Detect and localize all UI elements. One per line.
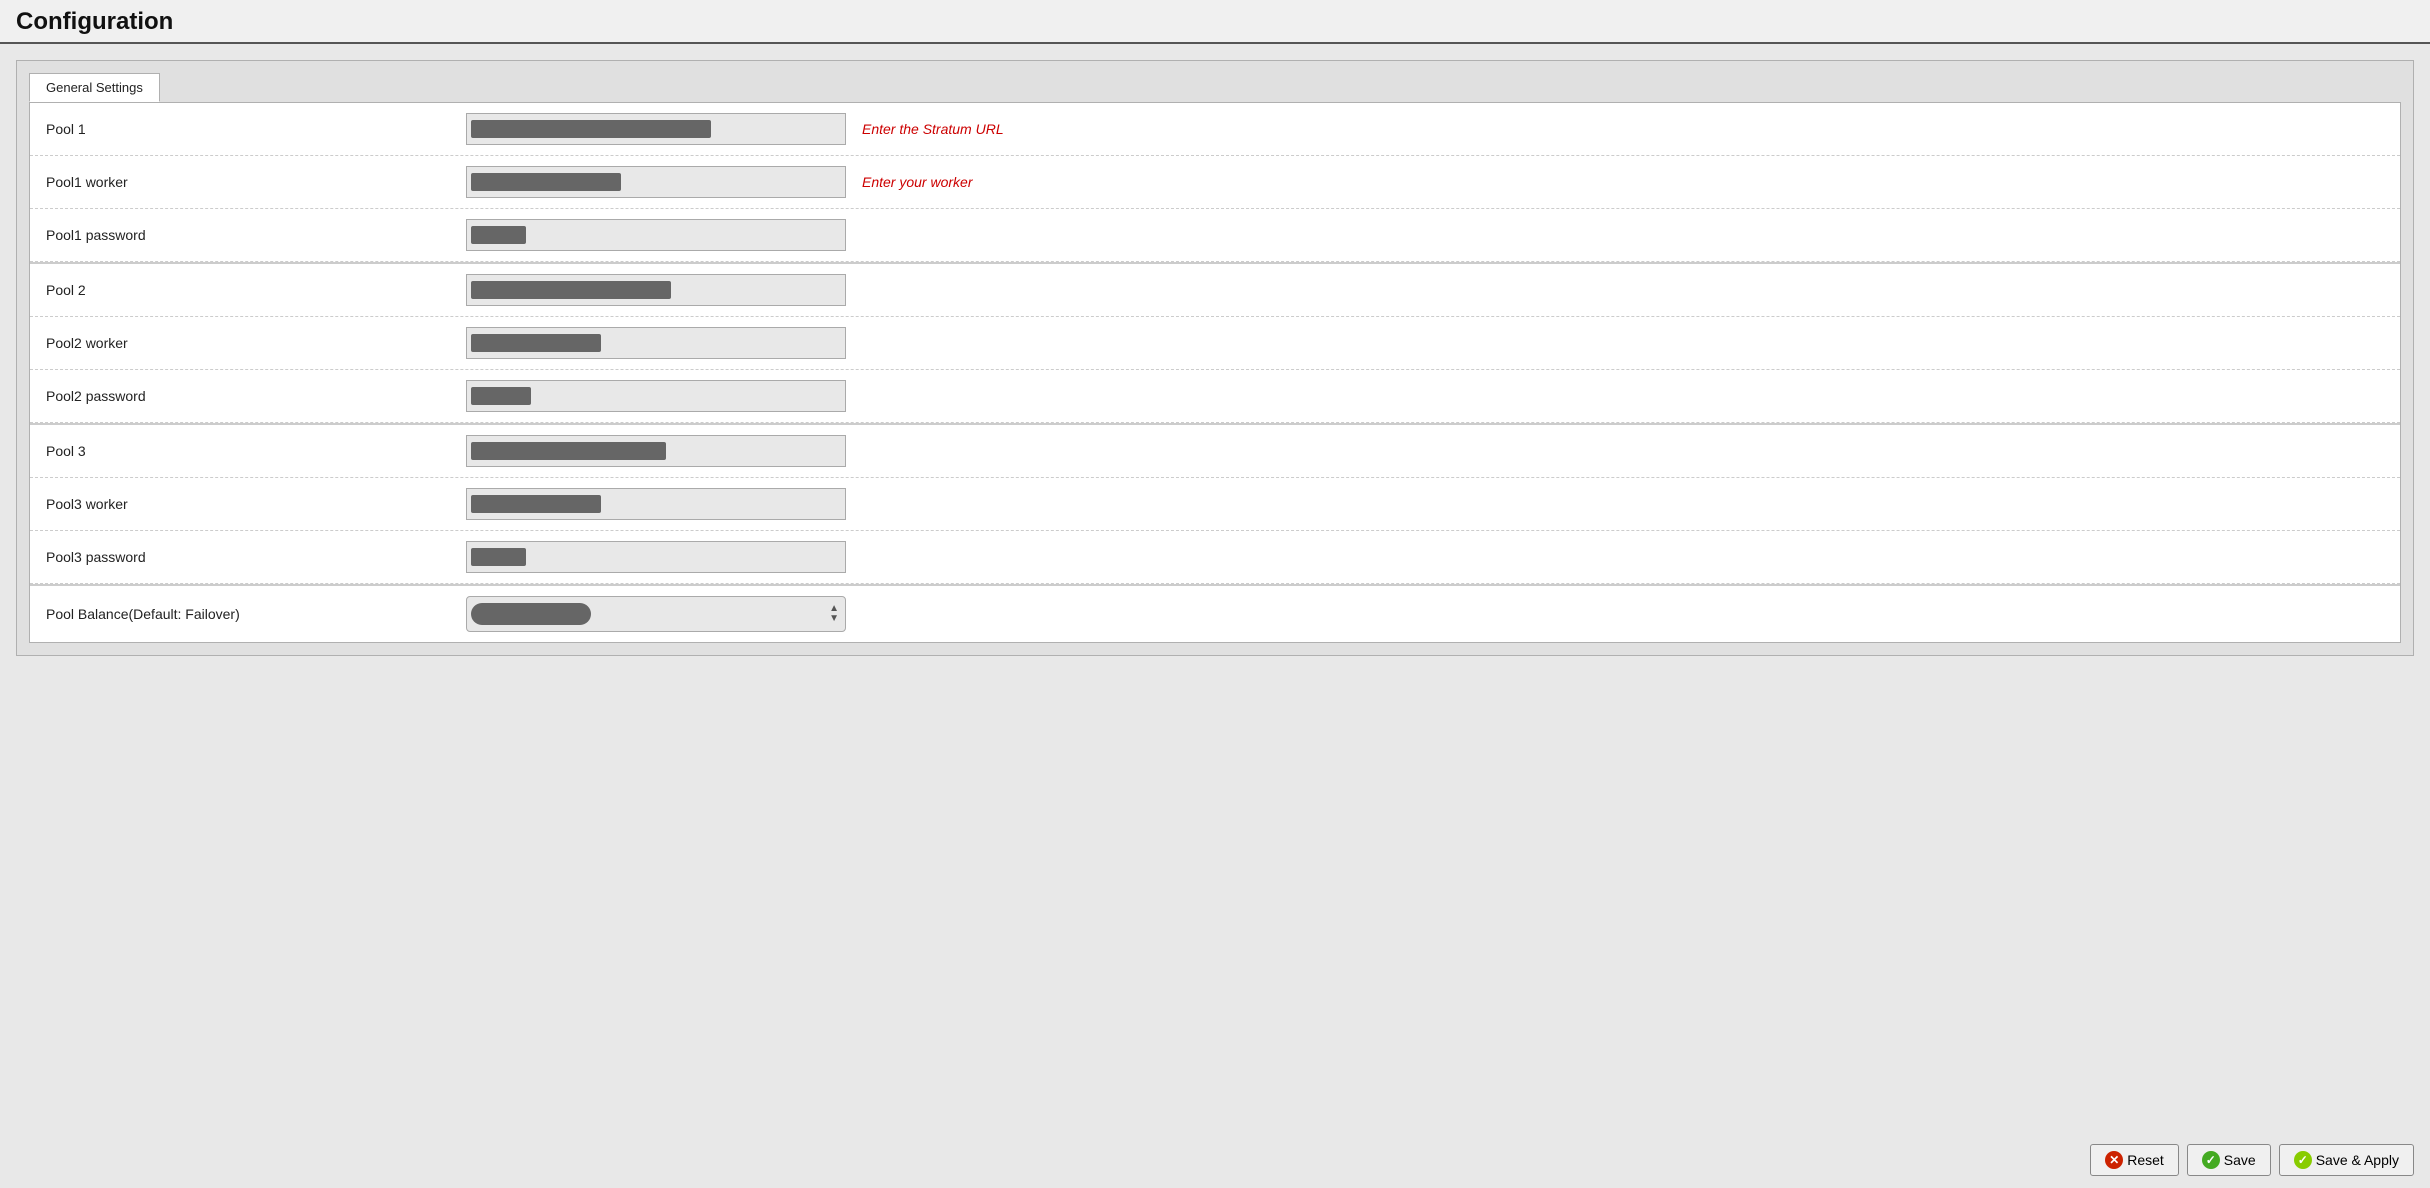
page-footer: ✕ Reset ✓ Save ✓ Save & Apply [0,1132,2430,1188]
hint-pool1worker: Enter your worker [862,174,972,190]
label-pool3: Pool 3 [46,443,466,459]
input-pool3worker[interactable] [466,488,846,520]
input-pool1[interactable] [466,113,846,145]
input-wrap-pool3 [466,435,846,467]
pool2worker-value-bar [471,334,601,352]
label-pool2password: Pool2 password [46,388,466,404]
save-apply-icon: ✓ [2294,1151,2312,1169]
form-container: Pool 1 Enter the Stratum URL Pool1 worke… [29,102,2401,643]
label-pool1password: Pool1 password [46,227,466,243]
save-button[interactable]: ✓ Save [2187,1144,2271,1176]
form-row-pool3password: Pool3 password [30,531,2400,584]
save-apply-button[interactable]: ✓ Save & Apply [2279,1144,2414,1176]
input-wrap-pool3password [466,541,846,573]
reset-label: Reset [2127,1152,2164,1168]
form-row-pool1password: Pool1 password [30,209,2400,262]
input-wrap-poolbalance: ▲ ▼ [466,596,846,632]
input-wrap-pool2password [466,380,846,412]
input-pool3[interactable] [466,435,846,467]
settings-panel: General Settings Pool 1 Enter the Stratu… [16,60,2414,656]
select-arrows-icon: ▲ ▼ [829,604,839,624]
input-wrap-pool1password [466,219,846,251]
pool1worker-value-bar [471,173,621,191]
save-icon: ✓ [2202,1151,2220,1169]
pool2password-value-bar [471,387,531,405]
label-pool2worker: Pool2 worker [46,335,466,351]
form-row-pool2: Pool 2 [30,262,2400,317]
page-wrapper: Configuration General Settings Pool 1 En… [0,0,2430,1188]
pool3worker-value-bar [471,495,601,513]
label-poolbalance: Pool Balance(Default: Failover) [46,606,466,622]
form-row-poolbalance: Pool Balance(Default: Failover) ▲ ▼ [30,584,2400,642]
label-pool1: Pool 1 [46,121,466,137]
page-title: Configuration [16,8,2414,36]
input-pool3password[interactable] [466,541,846,573]
reset-icon: ✕ [2105,1151,2123,1169]
input-wrap-pool2 [466,274,846,306]
page-header: Configuration [0,0,2430,44]
save-apply-label: Save & Apply [2316,1152,2399,1168]
input-wrap-pool1: Enter the Stratum URL [466,113,1004,145]
input-pool1worker[interactable] [466,166,846,198]
form-row-pool1: Pool 1 Enter the Stratum URL [30,103,2400,156]
label-pool3worker: Pool3 worker [46,496,466,512]
pool1password-value-bar [471,226,526,244]
form-row-pool2password: Pool2 password [30,370,2400,423]
form-row-pool3: Pool 3 [30,423,2400,478]
input-pool2password[interactable] [466,380,846,412]
input-wrap-pool3worker [466,488,846,520]
form-row-pool2worker: Pool2 worker [30,317,2400,370]
tab-general-settings[interactable]: General Settings [29,73,160,102]
hint-pool1: Enter the Stratum URL [862,121,1004,137]
label-pool3password: Pool3 password [46,549,466,565]
input-wrap-pool1worker: Enter your worker [466,166,972,198]
tab-header: General Settings [29,73,2401,102]
poolbalance-value-bar [471,603,591,625]
reset-button[interactable]: ✕ Reset [2090,1144,2179,1176]
pool2-value-bar [471,281,671,299]
pool3-value-bar [471,442,666,460]
input-pool2[interactable] [466,274,846,306]
form-row-pool1worker: Pool1 worker Enter your worker [30,156,2400,209]
page-content: General Settings Pool 1 Enter the Stratu… [0,44,2430,1132]
input-pool1password[interactable] [466,219,846,251]
select-poolbalance[interactable]: ▲ ▼ [466,596,846,632]
pool1-value-bar [471,120,711,138]
label-pool1worker: Pool1 worker [46,174,466,190]
input-pool2worker[interactable] [466,327,846,359]
input-wrap-pool2worker [466,327,846,359]
form-row-pool3worker: Pool3 worker [30,478,2400,531]
pool3password-value-bar [471,548,526,566]
label-pool2: Pool 2 [46,282,466,298]
save-label: Save [2224,1152,2256,1168]
